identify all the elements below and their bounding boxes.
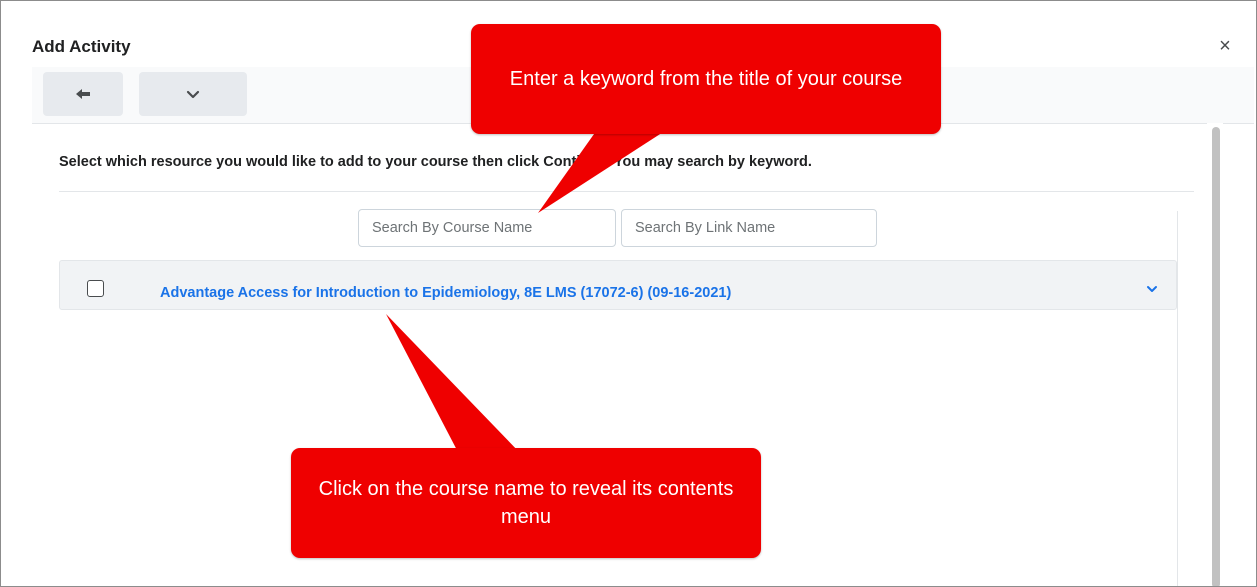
top-callout-pointer — [538, 127, 671, 213]
callout-top: Enter a keyword from the title of your c… — [471, 24, 941, 134]
bottom-callout-pointer — [386, 314, 521, 454]
callout-bottom: Click on the course name to reveal its c… — [291, 448, 761, 558]
add-activity-dialog: Add Activity × Select which resource you… — [0, 0, 1257, 587]
